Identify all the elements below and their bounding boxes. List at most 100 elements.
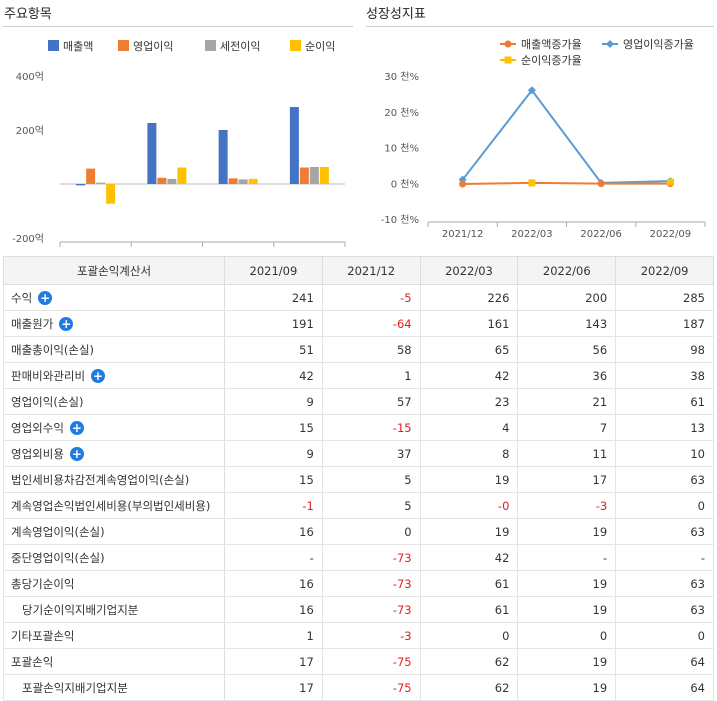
row-label-cell: 영업외수익 + (3, 414, 225, 441)
value-cell: 16 (224, 570, 323, 597)
value-cell: 15 (224, 466, 323, 493)
value-cell: 58 (321, 336, 421, 363)
bar (177, 167, 187, 184)
header-period: 2021/09 (224, 256, 323, 285)
row-label: 중단영업이익(손실) (11, 550, 105, 565)
bar (228, 178, 238, 184)
value-cell: 0 (615, 622, 714, 649)
legend-swatch (205, 40, 216, 51)
expand-plus-icon[interactable]: + (69, 447, 84, 461)
growth-line-chart: 30 천% 20 천% 10 천% 0 천% -10 천% 2021/12 2022/03 2… (381, 38, 706, 240)
bar (289, 107, 299, 184)
value-cell: 19 (517, 596, 617, 623)
x-tick-label: 2021/12 (442, 229, 484, 240)
x-tick-label: 2022/06 (580, 229, 622, 240)
row-label: 판매비와관리비 (11, 368, 86, 383)
value-cell: 19 (517, 648, 617, 675)
value-cell: 200 (517, 284, 617, 311)
value-cell: 9 (224, 440, 323, 467)
value-cell: 61 (615, 388, 714, 415)
table-row: 당기순이익지배기업지분 16 -73 61 19 63 (3, 596, 714, 623)
value-cell: 226 (419, 284, 519, 311)
value-cell: 19 (517, 518, 617, 545)
value-cell: 61 (419, 596, 519, 623)
value-cell: -15 (321, 414, 421, 441)
row-label-cell: 매출원가 + (3, 310, 225, 337)
right-title-rule (366, 26, 714, 27)
row-label-cell: 판매비와관리비 + (3, 362, 225, 389)
row-label: 계속영업이익(손실) (11, 524, 105, 539)
bar (96, 182, 106, 184)
table-row: 포괄손익지배기업지분 17 -75 62 19 64 (3, 674, 714, 701)
value-cell: 42 (224, 362, 323, 389)
value-cell: 98 (615, 336, 714, 363)
expand-plus-icon[interactable]: + (91, 369, 106, 383)
row-label: 포괄손익 (11, 654, 54, 669)
value-cell: - (224, 544, 323, 571)
value-cell: 1 (224, 622, 323, 649)
value-cell: 63 (615, 570, 714, 597)
value-cell: 161 (419, 310, 519, 337)
value-cell: 15 (224, 414, 323, 441)
value-cell: 37 (321, 440, 421, 467)
point-marker (597, 180, 605, 188)
legend-label: 매출액 (63, 40, 93, 53)
point-marker (504, 56, 512, 64)
row-label: 당기순이익지배기업지분 (22, 602, 139, 617)
bar (319, 166, 329, 184)
x-tick-label: 2022/09 (650, 229, 692, 240)
value-cell: -73 (321, 596, 421, 623)
series-line (461, 88, 671, 184)
header-period: 2022/06 (517, 256, 617, 285)
table-row: 계속영업손익법인세비용(부의법인세비용) -1 5 -0 -3 0 (3, 492, 714, 519)
value-cell: 21 (517, 388, 617, 415)
value-cell: 0 (615, 492, 714, 519)
row-label-cell: 총당기순이익 (3, 570, 225, 597)
table-row: 영업외비용 +9 37 8 11 10 (3, 440, 714, 467)
value-cell: 62 (419, 648, 519, 675)
value-cell: 0 (419, 622, 519, 649)
row-label-cell: 포괄손익 (3, 648, 225, 675)
row-label: 영업외수익 (11, 420, 64, 435)
value-cell: 65 (419, 336, 519, 363)
value-cell: 13 (615, 414, 714, 441)
value-cell: -75 (321, 648, 421, 675)
legend-label: 순이익 (305, 40, 335, 53)
row-label: 매출총이익(손실) (11, 342, 95, 357)
row-label: 매출원가 (11, 316, 54, 331)
value-cell: 241 (224, 284, 323, 311)
value-cell: 61 (419, 570, 519, 597)
bar (106, 184, 116, 204)
value-cell: 16 (224, 518, 323, 545)
y-tick-label: 400억 (16, 71, 44, 83)
row-label-cell: 영업이익(손실) (3, 388, 225, 415)
bar (218, 130, 228, 184)
row-label: 포괄손익지배기업지분 (22, 680, 128, 695)
value-cell: 57 (321, 388, 421, 415)
left-panel-title: 주요항목 (4, 7, 52, 22)
value-cell: 42 (419, 544, 519, 571)
table-row: 포괄손익 17 -75 62 19 64 (3, 648, 714, 675)
table-row: 매출원가 +191 -64 161 143 187 (3, 310, 714, 337)
value-cell: 4 (419, 414, 519, 441)
legend-swatch (48, 40, 59, 51)
table-row: 기타포괄손익 1 -3 0 0 0 (3, 622, 714, 649)
expand-plus-icon[interactable]: + (38, 291, 53, 305)
value-cell: - (615, 544, 714, 571)
value-cell: -5 (321, 284, 421, 311)
y-tick-label: 0 천% (391, 178, 419, 190)
value-cell: 5 (321, 492, 421, 519)
table-row: 총당기순이익 16 -73 61 19 63 (3, 570, 714, 597)
row-label-cell: 매출총이익(손실) (3, 336, 225, 363)
value-cell: 143 (517, 310, 617, 337)
expand-plus-icon[interactable]: + (59, 317, 74, 331)
value-cell: -73 (321, 544, 421, 571)
row-label-cell: 계속영업이익(손실) (3, 518, 225, 545)
expand-plus-icon[interactable]: + (69, 421, 84, 435)
row-label: 법인세비용차감전계속영업이익(손실) (11, 472, 190, 487)
value-cell: 17 (517, 466, 617, 493)
header-period: 2021/12 (321, 256, 421, 285)
value-cell: -3 (517, 492, 617, 519)
row-label-cell: 수익 + (3, 284, 225, 311)
bar (76, 184, 86, 186)
